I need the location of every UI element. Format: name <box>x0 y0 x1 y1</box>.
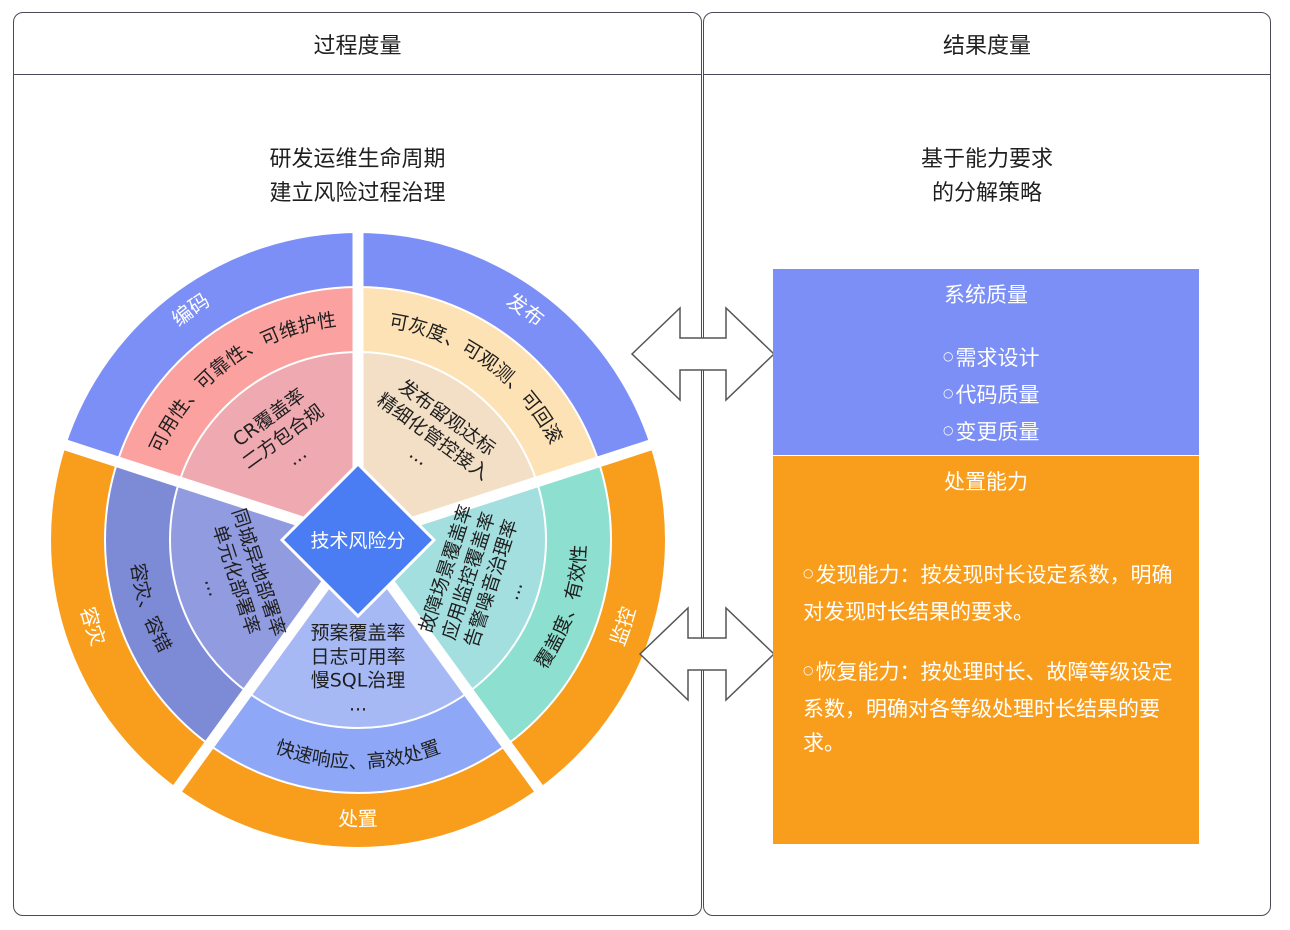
handling-outer-label: 处置 <box>338 806 378 831</box>
handling-capability-title: 处置能力 <box>944 470 1028 494</box>
list-item: 代码质量 <box>943 378 1199 415</box>
list-item: 恢复能力：按处理时长、故障等级设定系数，明确对各等级处理时长结果的要求。 <box>803 655 1179 760</box>
system-quality-list: 需求设计 代码质量 变更质量 <box>943 341 1199 452</box>
double-arrow-icon <box>638 606 776 702</box>
list-item: 发现能力：按发现时长设定系数，明确对发现时长结果的要求。 <box>803 558 1179 629</box>
handling-inner-label-line: ... <box>349 693 367 715</box>
system-quality-title: 系统质量 <box>944 283 1028 307</box>
handling-capability-list: 发现能力：按发现时长设定系数，明确对发现时长结果的要求。 恢复能力：按处理时长、… <box>803 558 1179 760</box>
list-item: 需求设计 <box>943 341 1199 378</box>
system-quality-box: 系统质量 需求设计 代码质量 变更质量 <box>773 269 1199 455</box>
list-item: 变更质量 <box>943 415 1199 452</box>
handling-inner-label-line: 慢SQL治理 <box>311 670 406 692</box>
center-label: 技术风险分 <box>310 530 405 552</box>
handling-inner-label-line: 日志可用率 <box>310 646 405 668</box>
double-arrow-icon <box>630 306 776 402</box>
handling-capability-box: 处置能力 发现能力：按发现时长设定系数，明确对发现时长结果的要求。 恢复能力：按… <box>773 456 1199 844</box>
handling-inner-label-line: 预案覆盖率 <box>310 622 405 644</box>
